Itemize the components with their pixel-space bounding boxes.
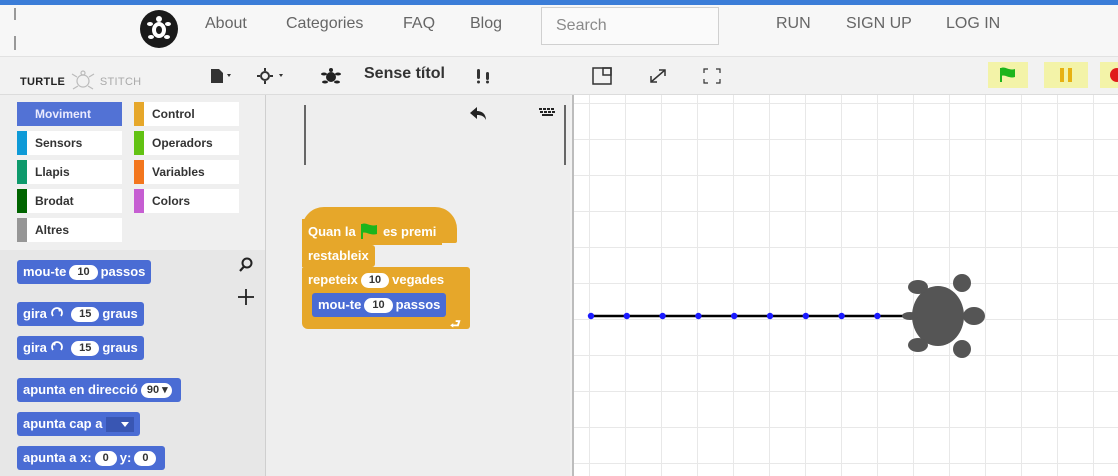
steps-input[interactable]: 10	[364, 298, 393, 314]
nav-link-blog[interactable]: Blog	[470, 15, 502, 33]
category-altres[interactable]: Altres	[17, 218, 122, 242]
undo-arrow-icon	[470, 107, 486, 120]
repeat-count-input[interactable]: 10	[360, 273, 390, 289]
stage-drawing	[587, 274, 985, 358]
stage-canvas[interactable]	[572, 95, 1118, 476]
expand-icon	[650, 68, 666, 83]
hint-button[interactable]	[466, 57, 502, 94]
fullscreen-button[interactable]	[698, 57, 726, 94]
y-input[interactable]: 0	[134, 451, 157, 467]
splitter-bar	[304, 105, 306, 165]
file-icon	[211, 68, 231, 83]
category-llapis[interactable]: Llapis	[17, 160, 122, 184]
pause-icon	[1060, 68, 1072, 82]
nav-sign-up[interactable]: SIGN UP	[846, 15, 912, 33]
stop-icon	[1110, 68, 1118, 82]
scripting-area[interactable]: Quan la es premi restableix repeteix 10 ve…	[266, 95, 570, 476]
reset-block[interactable]: restableix	[302, 245, 375, 267]
normal-stage-button[interactable]	[588, 57, 616, 94]
category-sensors[interactable]: Sensors	[17, 131, 122, 155]
rotate-counterclockwise-icon	[51, 341, 64, 351]
search-icon	[239, 257, 253, 272]
stitch-point	[838, 312, 845, 320]
nav-link-categories[interactable]: Categories	[286, 15, 363, 33]
block-go-to-xy[interactable]: apunta a x: 0 y: 0	[17, 446, 166, 470]
expand-stage-button[interactable]	[644, 57, 672, 94]
nav-log-in[interactable]: LOG IN	[946, 15, 1000, 33]
block-turn-counterclockwise[interactable]: gira 15 graus	[17, 336, 144, 360]
turtle-sprite[interactable]	[902, 274, 985, 358]
undo-button[interactable]	[466, 103, 490, 125]
rotate-clockwise-icon	[51, 307, 64, 317]
x-input[interactable]: 0	[94, 451, 117, 467]
when-flag-clicked-block[interactable]: Quan la es premi	[302, 219, 443, 245]
stitch-point	[766, 312, 774, 320]
stop-button[interactable]	[1100, 62, 1118, 88]
plus-icon	[238, 289, 254, 305]
fullscreen-icon	[703, 67, 721, 84]
nav-link-about[interactable]: About	[205, 15, 247, 33]
keyboard-entry-button[interactable]	[536, 103, 560, 123]
stitch-point	[731, 312, 738, 320]
category-brodat[interactable]: Brodat	[17, 189, 122, 213]
stitch-point	[659, 312, 666, 320]
palette-search-button[interactable]	[234, 253, 258, 277]
degrees-input[interactable]: 15	[71, 341, 100, 357]
category-operadors[interactable]: Operadors	[134, 131, 239, 155]
search-input[interactable]	[541, 7, 719, 45]
degrees-input[interactable]: 15	[71, 307, 100, 323]
turtle-costume-button[interactable]	[316, 57, 346, 94]
category-selector: Moviment Control Sensors Operadors Llapi…	[0, 95, 265, 250]
stitch-point	[802, 312, 809, 320]
block-palette: Moviment Control Sensors Operadors Llapi…	[0, 95, 266, 476]
turtle-outline-icon	[71, 70, 94, 90]
splitter-bar	[564, 105, 566, 165]
block-point-towards[interactable]: apunta cap a	[17, 412, 141, 436]
turtlestitch-logo-icon[interactable]	[140, 10, 178, 48]
turtle-icon	[321, 67, 341, 83]
category-moviment[interactable]: Moviment	[17, 102, 122, 126]
nav-run[interactable]: RUN	[776, 15, 811, 33]
stitch-point	[695, 312, 702, 320]
category-variables[interactable]: Variables	[134, 160, 239, 184]
left-edge-mark	[14, 8, 16, 20]
category-control[interactable]: Control	[134, 102, 239, 126]
direction-dropdown[interactable]: 90 ▾	[140, 383, 172, 399]
target-dropdown[interactable]	[106, 417, 135, 433]
green-flag-button[interactable]	[988, 62, 1028, 88]
keyboard-icon	[539, 108, 555, 116]
stitch-point	[587, 312, 595, 320]
gear-icon	[257, 67, 283, 84]
green-flag-icon	[1000, 67, 1015, 82]
site-nav: About Categories FAQ Blog RUN SIGN UP LO…	[0, 5, 1118, 57]
settings-menu-button[interactable]	[252, 57, 294, 94]
block-turn-clockwise[interactable]: gira 15 graus	[17, 302, 144, 326]
left-edge-mark	[14, 36, 16, 50]
stage-normal-icon	[592, 66, 612, 85]
loop-arrow-icon: ⮐	[450, 317, 461, 331]
turtlestitch-brand: TURTLE STITCH	[20, 69, 141, 91]
green-flag-icon	[361, 223, 378, 239]
file-menu-button[interactable]	[204, 57, 240, 94]
ide-toolbar: TURTLE STITCH Sense títol	[0, 57, 1118, 95]
category-colors[interactable]: Colors	[134, 189, 239, 213]
stitch-point	[874, 312, 881, 320]
make-block-button[interactable]	[234, 285, 258, 309]
footprints-icon	[477, 68, 489, 83]
project-title: Sense títol	[364, 65, 445, 82]
pause-button[interactable]	[1044, 62, 1088, 88]
stitch-point	[623, 312, 630, 320]
nav-link-faq[interactable]: FAQ	[403, 15, 435, 33]
block-move-steps[interactable]: mou-te 10 passos	[17, 260, 152, 284]
steps-input[interactable]: 10	[69, 265, 98, 281]
block-move-steps[interactable]: mou-te 10 passos	[312, 293, 447, 317]
block-point-in-direction[interactable]: apunta en direcció 90 ▾	[17, 378, 181, 402]
